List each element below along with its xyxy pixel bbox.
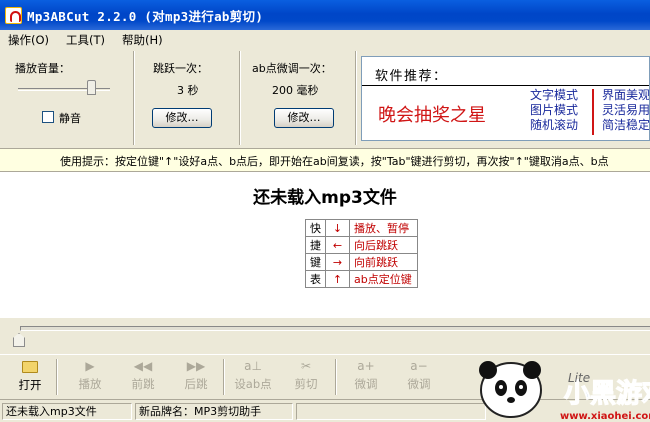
load-status-title: 还未载入mp3文件 [253, 188, 397, 208]
recommend-divider-line [362, 85, 649, 86]
window-title: Mp3ABCut 2.2.0 (对mp3进行ab剪切) [27, 9, 264, 24]
fine-tune-value: 200 毫秒 [272, 84, 319, 97]
shortcut-table: 快 ↓ 播放、暂停 捷 ← 向后跳跃 键 → 向前跳跃 表 ↑ ab点定位键 [305, 219, 418, 288]
jump-value: 3 秒 [177, 84, 199, 97]
volume-slider[interactable] [18, 88, 110, 91]
fine-tune-modify-button[interactable]: 修改… [274, 108, 334, 128]
recommend-title: 软件推荐： [375, 69, 448, 84]
menu-bar: 操作(O) 工具(T) 帮助(H) [0, 30, 650, 50]
fine-tune-plus-button[interactable]: a+ 微调 [344, 359, 388, 392]
set-ab-button[interactable]: a⊥ 设ab点 [231, 359, 275, 392]
app-icon [5, 7, 22, 24]
toolbar-separator [56, 359, 58, 395]
mute-label: 静音 [59, 112, 81, 125]
toolbar-separator [223, 359, 225, 395]
recommend-feature: 随机滚动 [530, 118, 579, 132]
jump-back-label: 前跳 [131, 377, 155, 391]
play-label: 播放 [78, 377, 102, 391]
fine-tune-label: ab点微调一次： [252, 62, 332, 75]
recommend-features-1[interactable]: 文字模式 图片模式 随机滚动 [530, 88, 578, 133]
usage-tip-text: 使用提示：按定位键"↑"设好a点、b点后，即开始在ab间复读，按"Tab"键进行… [60, 155, 609, 168]
fast-forward-icon: ▶▶ [186, 359, 206, 373]
recommend-red-divider [592, 89, 594, 135]
ab-point-icon: a⊥ [244, 359, 262, 373]
volume-label: 播放音量： [15, 62, 70, 75]
open-button[interactable]: 打开 [8, 359, 52, 393]
jump-modify-button[interactable]: 修改… [152, 108, 212, 128]
shortcut-desc: 播放、暂停 [349, 219, 418, 237]
fine-tune-minus-label: 微调 [407, 377, 431, 391]
open-label: 打开 [18, 378, 42, 392]
set-ab-label: 设ab点 [234, 377, 272, 391]
status-bar: 还未载入mp3文件 新品牌名：MP3剪切助手 [0, 399, 650, 422]
cut-label: 剪切 [294, 377, 318, 391]
play-button[interactable]: ▶ 播放 [68, 359, 112, 392]
position-slider-thumb[interactable] [13, 333, 25, 347]
recommend-features-2[interactable]: 界面美观 灵活易用 简洁稳定 [602, 88, 650, 133]
recommend-feature: 界面美观 [602, 88, 650, 102]
recommend-feature: 简洁稳定 [602, 118, 650, 132]
fine-plus-icon: a+ [357, 359, 375, 373]
fine-tune-minus-button[interactable]: a− 微调 [397, 359, 441, 392]
shortcut-arrow: ↑ [325, 270, 350, 288]
recommend-feature: 文字模式 [530, 88, 579, 102]
menu-help[interactable]: 帮助(H) [122, 32, 163, 48]
software-recommend-box: 软件推荐： 晚会抽奖之星 文字模式 图片模式 随机滚动 界面美观 灵活易用 简洁… [361, 56, 650, 141]
shortcut-header-char: 表 [305, 270, 326, 288]
recommend-feature: 灵活易用 [602, 103, 650, 117]
position-slider[interactable] [20, 326, 650, 331]
cut-button[interactable]: ✂ 剪切 [284, 359, 328, 392]
volume-slider-thumb[interactable] [87, 80, 96, 95]
toolbar-separator [335, 359, 337, 395]
play-icon: ▶ [85, 359, 95, 373]
jump-forward-label: 后跳 [184, 377, 208, 391]
shortcut-arrow: ← [325, 236, 350, 254]
toolbar: 打开 ▶ 播放 ◀◀ 前跳 ▶▶ 后跳 a⊥ 设ab点 ✂ 剪切 a+ 微调 a… [0, 354, 650, 398]
title-bar[interactable]: Mp3ABCut 2.2.0 (对mp3进行ab剪切) [0, 0, 650, 30]
recommend-product-link[interactable]: 晚会抽奖之星 [378, 101, 486, 127]
shortcut-desc: ab点定位键 [349, 270, 418, 288]
shortcut-header-char: 键 [305, 253, 326, 271]
menu-tools[interactable]: 工具(T) [66, 32, 105, 48]
rewind-icon: ◀◀ [133, 359, 153, 373]
shortcut-arrow: ↓ [325, 219, 350, 237]
mute-checkbox[interactable] [42, 111, 54, 123]
shortcut-desc: 向前跳跃 [349, 253, 418, 271]
status-empty [296, 403, 486, 420]
jump-back-button[interactable]: ◀◀ 前跳 [121, 359, 165, 392]
recommend-feature: 图片模式 [530, 103, 579, 117]
status-brand: 新品牌名：MP3剪切助手 [135, 403, 293, 420]
folder-open-icon [22, 361, 38, 373]
scissors-icon: ✂ [300, 359, 312, 373]
shortcut-header-char: 捷 [305, 236, 326, 254]
fine-minus-icon: a− [410, 359, 428, 373]
shortcut-header-char: 快 [305, 219, 326, 237]
usage-tip-bar: 使用提示：按定位键"↑"设好a点、b点后，即开始在ab间复读，按"Tab"键进行… [0, 148, 650, 172]
jump-forward-button[interactable]: ▶▶ 后跳 [174, 359, 218, 392]
shortcut-desc: 向后跳跃 [349, 236, 418, 254]
position-track-area [0, 318, 650, 354]
menu-operation[interactable]: 操作(O) [8, 32, 49, 48]
main-display: 还未载入mp3文件 快 ↓ 播放、暂停 捷 ← 向后跳跃 键 → 向前跳跃 表 … [0, 172, 650, 318]
status-load: 还未载入mp3文件 [2, 403, 132, 420]
jump-label: 跳跃一次： [153, 62, 208, 75]
fine-tune-plus-label: 微调 [354, 377, 378, 391]
shortcut-arrow: → [325, 253, 350, 271]
